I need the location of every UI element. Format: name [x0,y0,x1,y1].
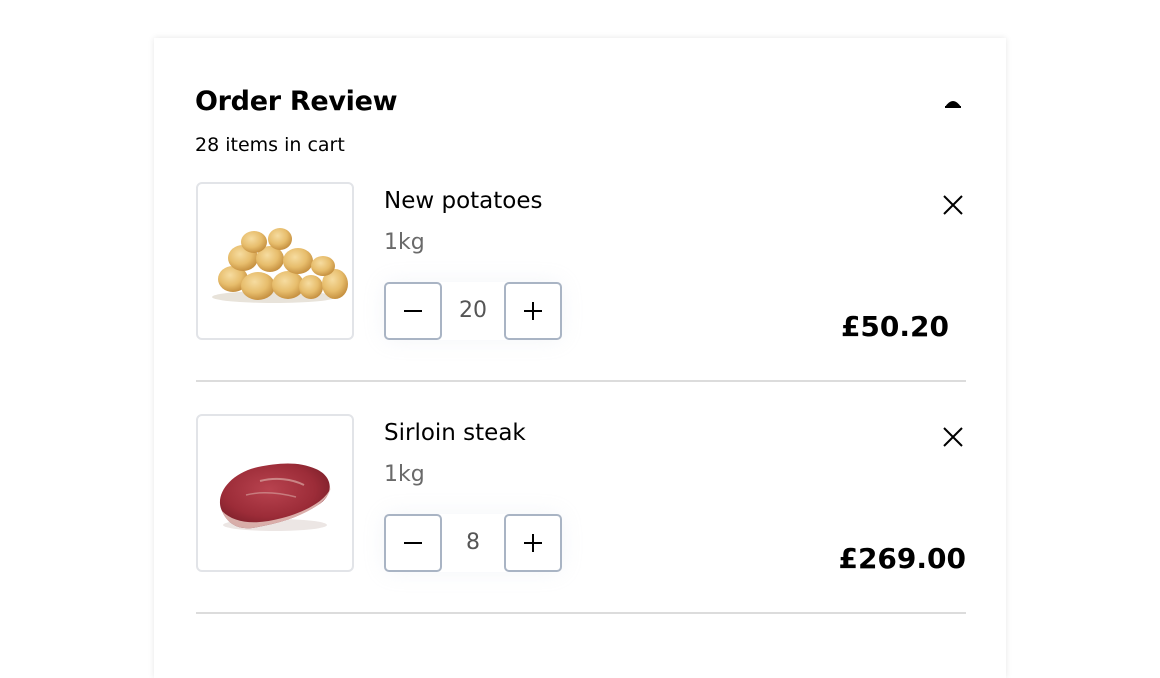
product-name: Sirloin steak [384,420,526,446]
decrease-quantity-button[interactable] [384,282,442,340]
increase-quantity-button[interactable] [504,282,562,340]
close-icon [943,195,963,215]
plus-icon [524,302,542,320]
cart-item: Sirloin steak 1kg 8 £269.00 [196,414,966,614]
remove-item-button[interactable] [940,424,966,450]
steak-image [219,463,331,531]
minus-icon [404,542,422,544]
product-size: 1kg [384,230,425,255]
cart-item-count: 28 items in cart [195,134,345,156]
quantity-value: 8 [466,530,480,555]
remove-item-button[interactable] [940,192,966,218]
quantity-stepper: 20 [384,282,562,340]
product-name: New potatoes [384,188,543,214]
collapse-button[interactable] [940,90,966,116]
divider [196,380,966,382]
cart-item: New potatoes 1kg 20 £50.20 [196,182,966,382]
quantity-value: 20 [459,298,487,323]
divider [196,612,966,614]
potatoes-image [212,228,348,303]
decrease-quantity-button[interactable] [384,514,442,572]
product-thumbnail[interactable] [196,414,354,572]
item-price: £50.20 [840,310,949,343]
plus-icon [524,534,542,552]
order-review-title: Order Review [195,86,398,117]
item-price: £269.00 [838,542,966,575]
quantity-stepper: 8 [384,514,562,572]
order-review-panel: Order Review 28 items in cart New potato… [154,38,1006,678]
close-icon [943,427,963,447]
minus-icon [404,310,422,312]
product-thumbnail[interactable] [196,182,354,340]
product-size: 1kg [384,462,425,487]
increase-quantity-button[interactable] [504,514,562,572]
caret-up-icon [945,101,961,108]
